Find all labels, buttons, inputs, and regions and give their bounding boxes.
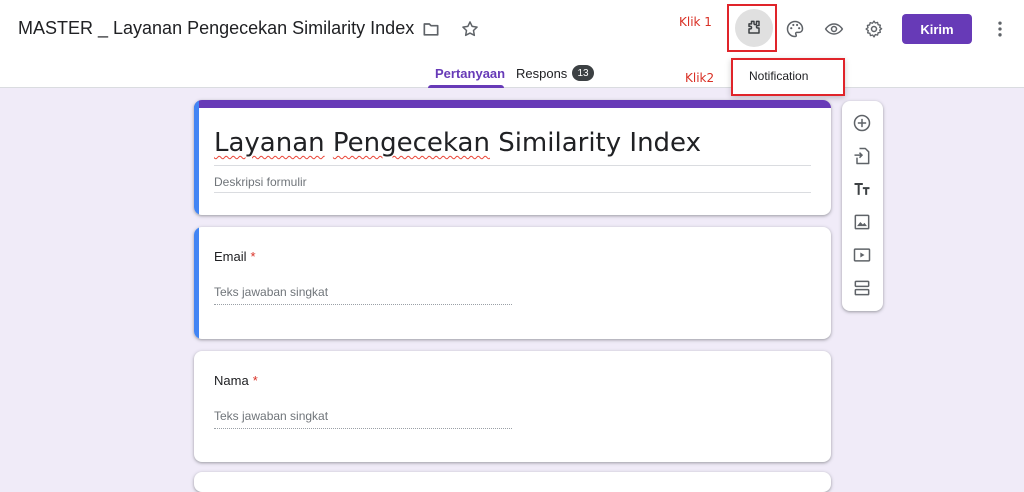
header-bar: MASTER _ Layanan Pengecekan Similarity I… [0, 0, 1024, 88]
form-description-field[interactable]: Deskripsi formulir [214, 175, 307, 189]
add-image-icon[interactable] [852, 212, 872, 232]
card-top-accent [194, 100, 831, 108]
menu-item-notification[interactable]: Notification [749, 69, 808, 83]
annotation-highlight-addon [727, 4, 777, 52]
question-label-name: Nama * [214, 373, 258, 388]
card-focus-indicator [194, 227, 199, 339]
add-video-icon[interactable] [852, 245, 872, 265]
tab-responses[interactable]: Respons [516, 66, 567, 81]
required-asterisk: * [250, 249, 256, 264]
short-answer-placeholder: Teks jawaban singkat [214, 285, 329, 299]
addon-menu-popup: Notification [731, 58, 845, 96]
add-question-icon[interactable] [852, 113, 872, 133]
form-title[interactable]: Layanan Pengecekan Similarity Index [214, 128, 701, 158]
description-underline [214, 192, 811, 193]
short-answer-placeholder: Teks jawaban singkat [214, 409, 329, 423]
add-section-icon[interactable] [852, 278, 872, 298]
form-title-word-2: Pengecekan [332, 128, 490, 158]
active-tab-indicator [428, 85, 504, 88]
more-vert-icon[interactable] [988, 17, 1012, 41]
annotation-click-1: Klik 1 [679, 15, 712, 29]
form-title-word-1: Layanan [214, 128, 325, 158]
answer-underline [214, 428, 512, 429]
title-underline [214, 165, 811, 166]
import-questions-icon[interactable] [852, 146, 872, 166]
question-label-email: Email * [214, 249, 256, 264]
question-title: Nama [214, 373, 249, 388]
palette-icon[interactable] [783, 17, 807, 41]
next-question-card[interactable] [194, 472, 831, 492]
add-title-icon[interactable] [852, 179, 872, 199]
form-title-rest: Similarity Index [498, 128, 701, 158]
required-asterisk: * [252, 373, 258, 388]
tab-questions[interactable]: Pertanyaan [435, 66, 505, 81]
answer-underline [214, 304, 512, 305]
question-card-email[interactable]: Email * Teks jawaban singkat [194, 227, 831, 339]
preview-eye-icon[interactable] [822, 17, 846, 41]
folder-icon[interactable] [419, 17, 443, 41]
card-focus-indicator [194, 100, 199, 215]
responses-count-badge: 13 [572, 65, 594, 81]
settings-gear-icon[interactable] [862, 17, 886, 41]
form-title-card: Layanan Pengecekan Similarity Index Desk… [194, 100, 831, 215]
question-title: Email [214, 249, 247, 264]
floating-toolbar [842, 101, 883, 311]
star-icon[interactable] [458, 17, 482, 41]
annotation-click-2: Klik2 [685, 71, 715, 85]
document-title[interactable]: MASTER _ Layanan Pengecekan Similarity I… [18, 18, 414, 39]
question-card-name[interactable]: Nama * Teks jawaban singkat [194, 351, 831, 462]
send-button[interactable]: Kirim [902, 14, 972, 44]
